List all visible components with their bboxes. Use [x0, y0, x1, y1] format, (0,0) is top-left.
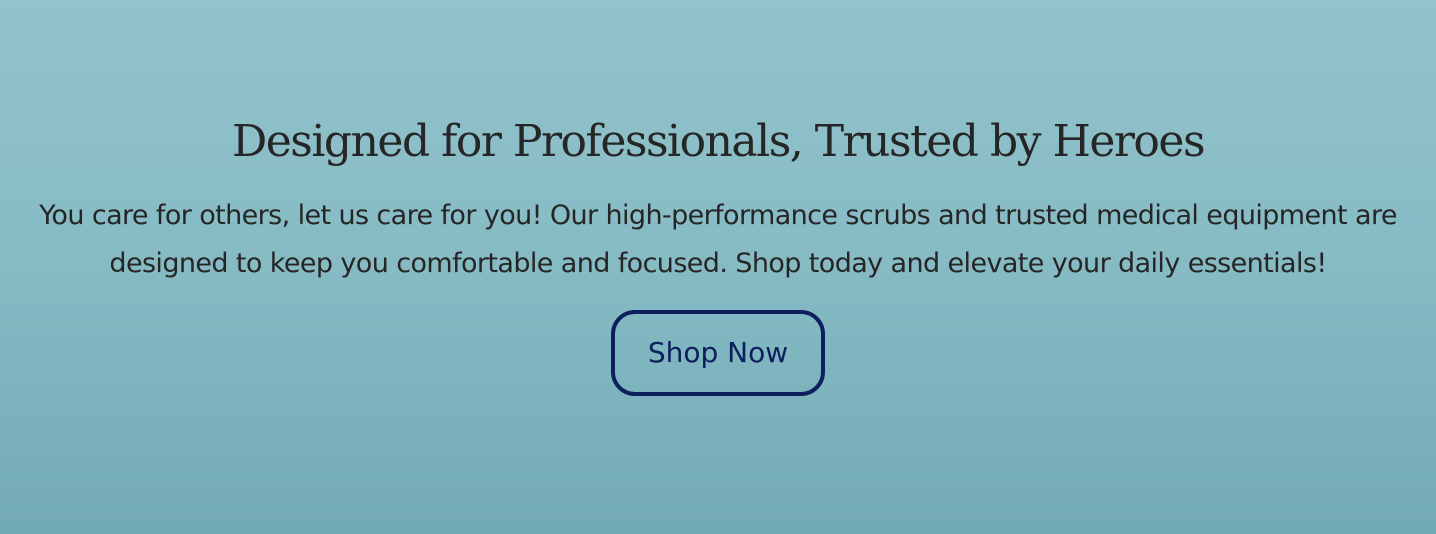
shop-now-button[interactable]: Shop Now	[611, 310, 825, 396]
hero-description: You care for others, let us care for you…	[39, 200, 1397, 279]
hero-title: Designed for Professionals, Trusted by H…	[231, 116, 1206, 167]
hero-section: Designed for Professionals, Trusted by H…	[0, 0, 1436, 534]
